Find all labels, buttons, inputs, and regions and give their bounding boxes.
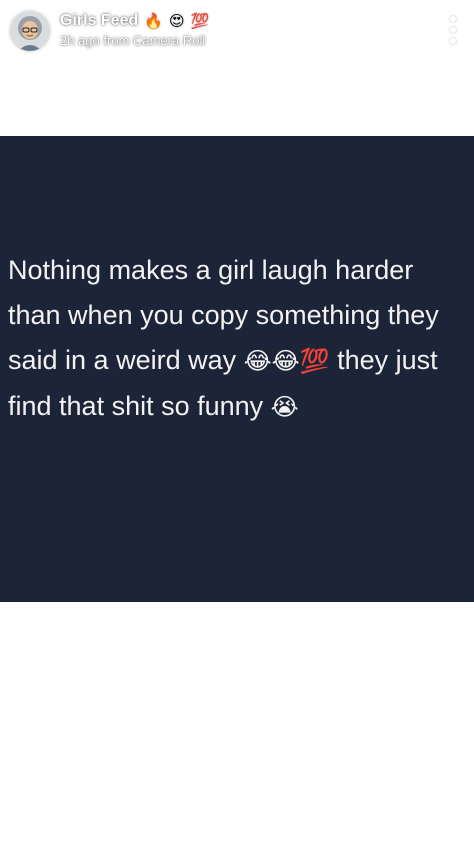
bitmoji-avatar-icon <box>10 11 50 51</box>
story-title[interactable]: Girls Feed <box>60 12 138 30</box>
story-screen: Girls Feed 🔥 😍 💯 2h ago from Camera Roll… <box>0 0 474 842</box>
post-text-segment: said in a weird way <box>8 345 244 375</box>
post-text-line: said in a weird way 😂😂💯 they just <box>8 338 474 384</box>
heart-eyes-emoji-icon: 😍 <box>168 11 185 30</box>
post-text-line: Nothing makes a girl laugh harder <box>8 255 414 285</box>
fire-emoji-icon: 🔥 <box>144 11 163 30</box>
laughing-crying-emoji-icon: 😂😂💯 <box>243 347 330 375</box>
post-text-line: than when you copy something they <box>8 300 439 330</box>
post-text: Nothing makes a girl laugh harder than w… <box>8 248 474 430</box>
title-row: Girls Feed 🔥 😍 💯 <box>60 9 209 33</box>
avatar[interactable] <box>10 11 50 51</box>
hundred-points-emoji-icon: 💯 <box>190 11 210 30</box>
story-subtitle: 2h ago from Camera Roll <box>60 33 206 48</box>
vertical-more-icon[interactable] <box>448 16 458 44</box>
loudly-crying-emoji-icon: 😭 <box>270 393 299 421</box>
post-image: Nothing makes a girl laugh harder than w… <box>0 136 474 602</box>
post-text-segment: they just <box>329 345 438 375</box>
post-text-segment: find that shit so funny <box>8 391 271 421</box>
post-text-line: find that shit so funny 😭 <box>8 384 474 430</box>
story-header: Girls Feed 🔥 😍 💯 2h ago from Camera Roll <box>0 0 474 64</box>
